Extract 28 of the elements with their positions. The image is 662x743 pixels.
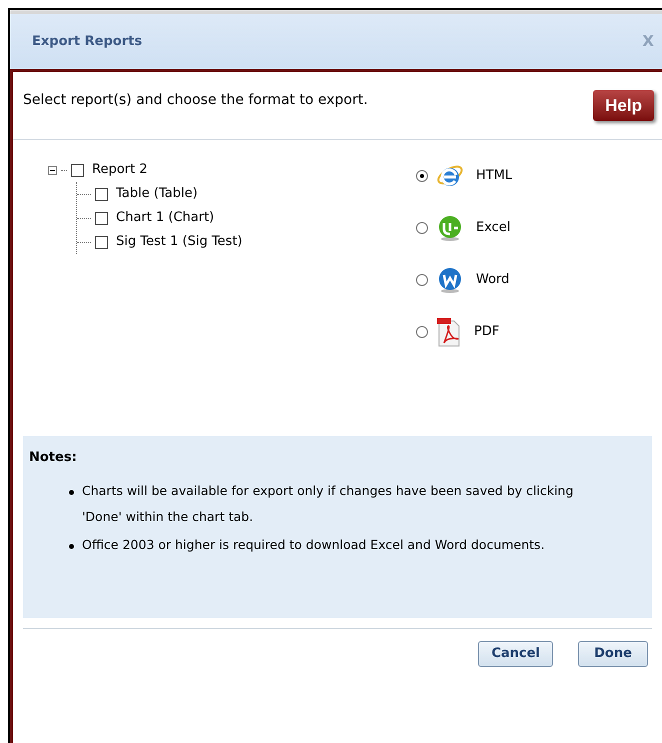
format-label[interactable]: HTML bbox=[476, 166, 512, 186]
radio-button[interactable] bbox=[416, 274, 428, 286]
help-button[interactable]: Help bbox=[593, 90, 654, 122]
radio-button[interactable] bbox=[416, 222, 428, 234]
tree-item-label[interactable]: Chart 1 (Chart) bbox=[116, 208, 214, 228]
tree-item-label[interactable]: Report 2 bbox=[92, 160, 148, 180]
format-label[interactable]: Word bbox=[476, 270, 510, 290]
notes-heading: Notes: bbox=[29, 449, 78, 467]
dialog-button[interactable]: Cancel bbox=[478, 641, 553, 667]
checkbox[interactable] bbox=[95, 236, 108, 248]
tree-item-label[interactable]: Table (Table) bbox=[116, 184, 198, 204]
checkbox[interactable] bbox=[95, 212, 108, 224]
note-text: Charts will be available for export only if changes have been saved by clicking 'Done' within the chart tab. bbox=[82, 482, 574, 526]
collapse-icon[interactable] bbox=[48, 166, 57, 174]
radio-button[interactable] bbox=[416, 170, 428, 182]
spreadsheet-logo-icon bbox=[436, 214, 464, 242]
document-logo-icon bbox=[436, 266, 464, 294]
window-title: Export Reports bbox=[32, 32, 142, 51]
format-label[interactable]: Excel bbox=[476, 218, 510, 238]
checkbox[interactable] bbox=[95, 188, 108, 200]
instruction-text: Select report(s) and choose the format to export. bbox=[23, 91, 368, 110]
dialog-button[interactable]: Done bbox=[578, 641, 648, 667]
note-text: Office 2003 or higher is required to download Excel and Word documents. bbox=[82, 536, 545, 554]
checkbox[interactable] bbox=[71, 164, 84, 176]
pdf-document-icon bbox=[436, 317, 462, 347]
format-label[interactable]: PDF bbox=[474, 322, 500, 342]
tree-item-label[interactable]: Sig Test 1 (Sig Test) bbox=[116, 232, 242, 252]
radio-button[interactable] bbox=[416, 326, 428, 338]
